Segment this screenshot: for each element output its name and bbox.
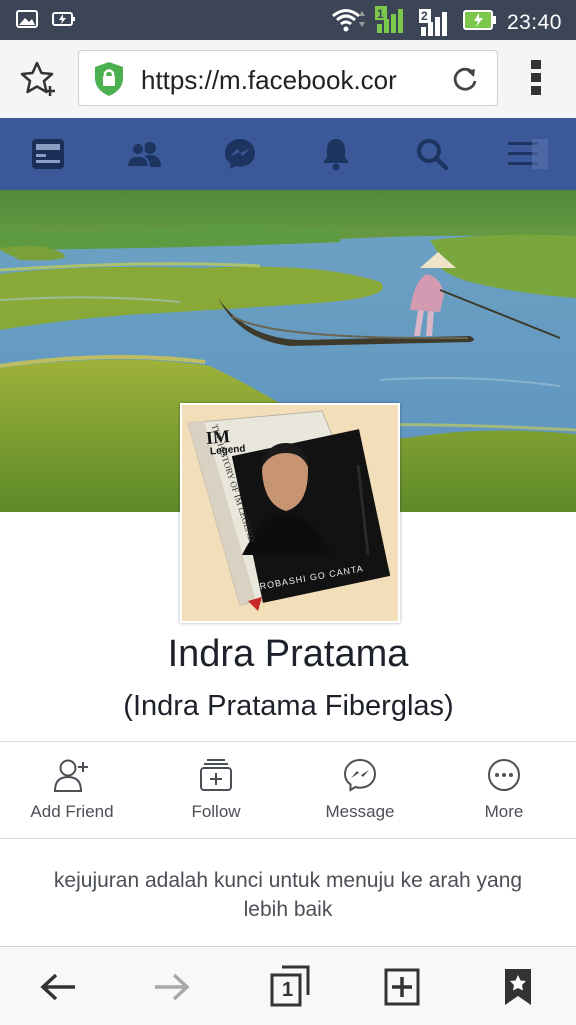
reload-icon[interactable]	[451, 65, 479, 98]
more-label: More	[484, 802, 524, 821]
overflow-menu-icon[interactable]	[528, 58, 544, 103]
main-menu-icon[interactable]	[508, 136, 548, 172]
divider-top	[0, 741, 576, 742]
status-bar: 1 2 23:40	[0, 0, 576, 40]
follow-label: Follow	[191, 802, 241, 821]
profile-name: Indra Pratama	[167, 633, 409, 675]
profile-name-block: Indra Pratama (Indra Pratama Fiberglas)	[0, 632, 576, 733]
sim2-label: 2	[420, 8, 428, 23]
battery-charging-notification-icon	[52, 9, 76, 34]
add-friend-label: Add Friend	[30, 802, 114, 821]
profile-bio: kejujuran adalah kunci untuk menuju ke a…	[53, 869, 523, 921]
divider-middle	[0, 838, 576, 839]
profile-alternate-name: (Indra Pratama Fiberglas)	[123, 690, 454, 722]
forward-arrow-icon[interactable]	[150, 965, 194, 1009]
more-button[interactable]: More	[432, 758, 576, 822]
signal-sim1-icon: 1	[374, 6, 409, 39]
browser-toolbar: https://m.facebook.cor	[0, 40, 576, 119]
add-friend-button[interactable]: Add Friend	[0, 758, 144, 822]
search-icon[interactable]	[412, 136, 452, 172]
message-button[interactable]: Message	[288, 758, 432, 822]
profile-picture[interactable]: IM Legend THE HISTORY OF IM LEGEND PROBA…	[180, 403, 400, 623]
back-arrow-icon[interactable]	[36, 965, 80, 1009]
more-icon	[487, 758, 521, 797]
notifications-bell-icon[interactable]	[316, 136, 356, 172]
new-tab-icon[interactable]	[380, 965, 424, 1009]
friend-requests-icon[interactable]	[124, 136, 164, 172]
bookmarks-icon[interactable]	[496, 965, 540, 1009]
facebook-nav-bar	[0, 118, 576, 190]
messenger-icon	[343, 758, 377, 797]
add-friend-icon	[53, 758, 90, 797]
secure-lock-icon	[93, 61, 125, 102]
bookmark-add-star-icon[interactable]	[20, 60, 58, 103]
message-label: Message	[325, 802, 395, 821]
battery-icon	[462, 8, 497, 37]
tabs-icon[interactable]: 1	[268, 965, 312, 1009]
signal-sim2-icon: 2	[418, 8, 453, 37]
tabs-count: 1	[282, 979, 294, 1001]
clock: 23:40	[506, 10, 562, 34]
news-feed-icon[interactable]	[28, 136, 68, 172]
image-notification-icon	[16, 9, 38, 34]
wifi-icon	[331, 7, 365, 38]
url-text: https://m.facebook.cor	[141, 65, 397, 95]
messenger-nav-icon[interactable]	[220, 136, 260, 172]
profile-actions: Add Friend Follow Message More	[0, 748, 576, 838]
svg-text:1: 1	[377, 7, 384, 21]
follow-icon	[199, 758, 233, 797]
follow-button[interactable]: Follow	[144, 758, 288, 822]
browser-bottom-bar: 1	[0, 946, 576, 1025]
url-field[interactable]: https://m.facebook.cor	[78, 50, 498, 106]
